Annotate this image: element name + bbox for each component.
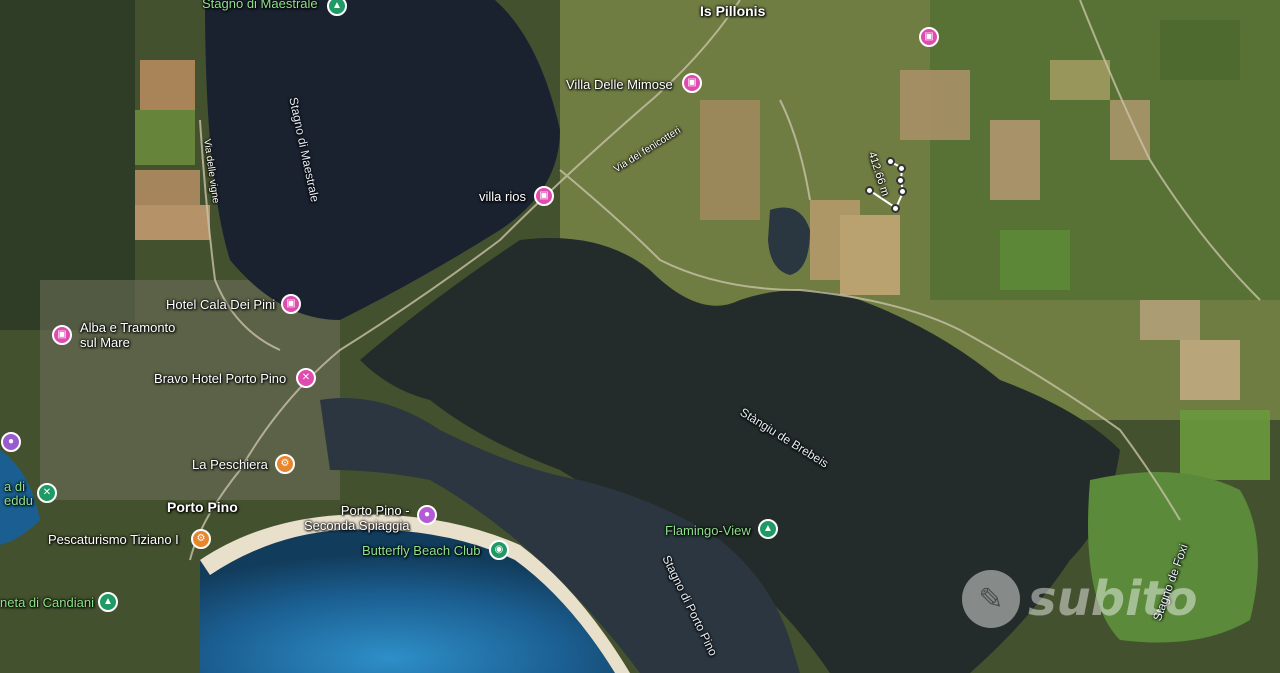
measure-vertex[interactable]	[896, 176, 905, 185]
label-la-peschiera: La Peschiera	[192, 457, 268, 472]
label-butterfly-beach: Butterfly Beach Club	[362, 543, 481, 558]
fork-knife-icon[interactable]: ⚙	[191, 529, 211, 549]
label-porto-pino-seconda: Porto Pino - Seconda Spiaggia	[304, 503, 410, 533]
label-pineta-candiani: neta di Candiani	[0, 595, 94, 610]
crossed-tools-icon[interactable]: ✕	[296, 368, 316, 388]
label-bravo-hotel: Bravo Hotel Porto Pino	[154, 371, 287, 386]
label-porto-pino: Porto Pino	[167, 499, 238, 515]
subito-watermark: ✎ subito	[962, 570, 1197, 628]
bed-icon[interactable]: ▣	[281, 294, 301, 314]
label-pescaturismo: Pescaturismo Tiziano I	[48, 532, 179, 547]
bed-icon[interactable]: ▣	[682, 73, 702, 93]
label-flamingo-view: Flamingo-View	[665, 523, 751, 538]
measure-vertex[interactable]	[865, 186, 874, 195]
bed-icon[interactable]: ▣	[52, 325, 72, 345]
subito-logo-icon: ✎	[962, 570, 1020, 628]
label-left-edge-1: a di	[4, 479, 25, 494]
tree-icon[interactable]: ▲	[758, 519, 778, 539]
watermark-text: subito	[1028, 571, 1198, 627]
camera-icon[interactable]: ●	[417, 505, 437, 525]
label-villa-mimose: Villa Delle Mimose	[566, 77, 673, 92]
crossed-tools-icon[interactable]: ✕	[37, 483, 57, 503]
measure-vertex[interactable]	[886, 157, 895, 166]
bed-icon[interactable]: ▣	[919, 27, 939, 47]
beach-club-icon[interactable]: ◉	[489, 540, 509, 560]
label-hotel-cala-pini: Hotel Cala Dei Pini	[166, 297, 276, 312]
label-alba-tramonto: Alba e Tramonto sul Mare	[80, 320, 176, 350]
camera-icon[interactable]: ●	[1, 432, 21, 452]
label-left-edge-2: eddu	[4, 493, 33, 508]
bed-icon[interactable]: ▣	[534, 186, 554, 206]
measure-vertex[interactable]	[897, 164, 906, 173]
fork-knife-icon[interactable]: ⚙	[275, 454, 295, 474]
measure-vertex[interactable]	[898, 187, 907, 196]
label-is-pillonis: Is Pillonis	[700, 3, 766, 19]
label-villa-rios: villa rios	[479, 189, 526, 204]
label-stagno-maestrale-top: Stagno di Maestrale	[202, 0, 318, 11]
tree-icon[interactable]: ▲	[98, 592, 118, 612]
measure-vertex[interactable]	[891, 204, 900, 213]
